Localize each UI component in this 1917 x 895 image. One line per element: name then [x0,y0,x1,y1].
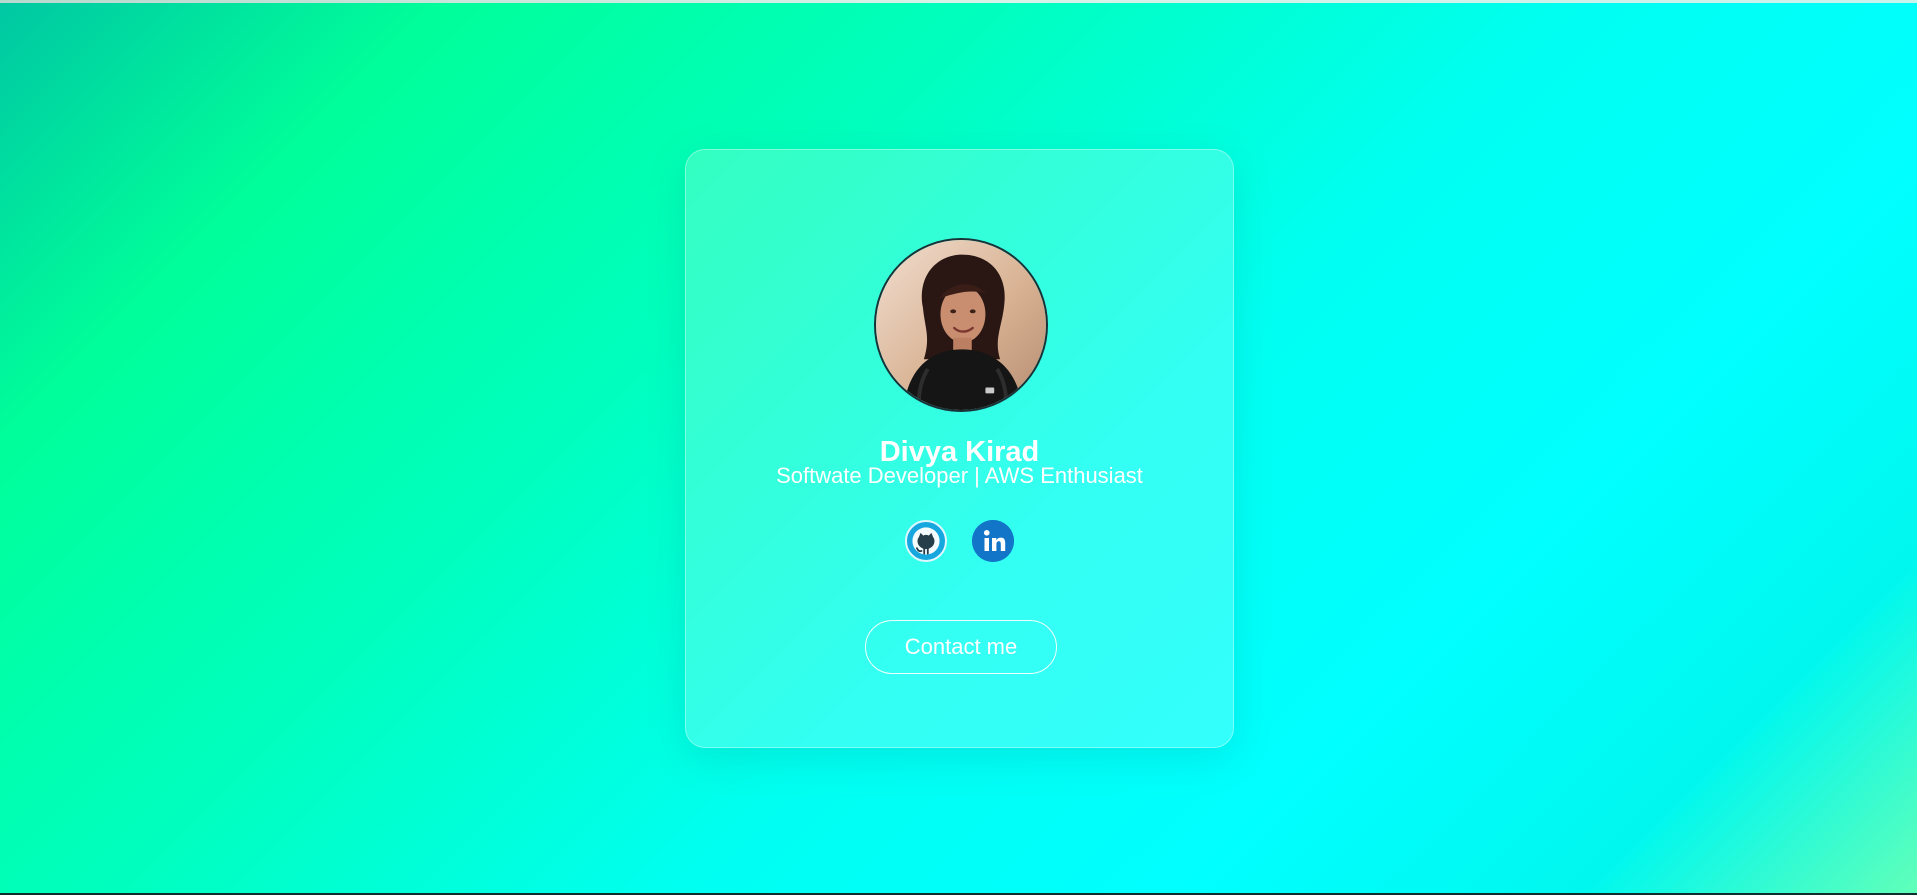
profile-role: Softwate Developer | AWS Enthusiast [776,463,1143,488]
github-icon [912,527,940,555]
profile-card: Divya Kirad Softwate Developer | AWS Ent… [685,149,1234,748]
contact-me-button[interactable]: Contact me [865,620,1057,674]
profile-photo-icon [876,240,1046,410]
github-link[interactable] [905,520,947,562]
linkedin-icon [972,520,1014,562]
linkedin-link[interactable] [972,520,1014,562]
profile-avatar [874,238,1048,412]
social-links [686,520,1233,562]
top-edge-divider [0,0,1917,3]
